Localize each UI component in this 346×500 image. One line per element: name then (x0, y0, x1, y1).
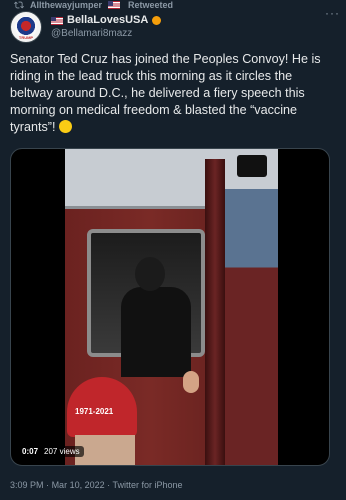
display-name-text: BellaLovesUSA (67, 14, 149, 26)
tweet-meta: 3:09 PM · Mar 10, 2022 · Twitter for iPh… (10, 480, 183, 490)
more-options-icon[interactable]: ··· (325, 6, 340, 20)
author-handle[interactable]: @Bellamari8mazz (51, 27, 161, 40)
truck-mirror (237, 155, 267, 177)
hand (183, 371, 199, 393)
meta-separator: · (107, 480, 111, 490)
author-names: BellaLovesUSA @Bellamari8mazz (51, 14, 162, 40)
meta-separator: · (46, 480, 50, 490)
avatar-text: TRUMP (18, 35, 34, 40)
us-flag-icon (108, 1, 121, 9)
person-figure (121, 287, 191, 377)
orange-circle-icon (152, 16, 162, 25)
video-views: 207 views (44, 447, 80, 456)
video-frame: 1971-2021 (65, 149, 278, 465)
video-info-overlay: 0:07 207 views (18, 446, 84, 457)
tweet-body: Senator Ted Cruz has joined the Peoples … (10, 52, 321, 134)
tweet-source[interactable]: Twitter for iPhone (112, 480, 182, 490)
cap-text: 1971-2021 (75, 407, 114, 416)
tweet-header: TRUMP BellaLovesUSA @Bellamari8mazz (10, 10, 336, 44)
truck-cab (225, 189, 278, 465)
us-flag-icon (51, 16, 63, 25)
person-head (135, 257, 165, 291)
retweet-indicator: Allthewayjumper Retweeted (14, 0, 173, 10)
display-name[interactable]: BellaLovesUSA (51, 14, 162, 27)
retweet-icon (14, 1, 24, 9)
tweet-text: Senator Ted Cruz has joined the Peoples … (10, 51, 338, 136)
video-duration: 0:07 (22, 447, 39, 456)
clapping-hands-emoji-icon (58, 120, 72, 133)
truck-door (205, 159, 225, 465)
avatar[interactable]: TRUMP (10, 11, 42, 43)
tweet-date[interactable]: Mar 10, 2022 (52, 480, 105, 490)
video-player[interactable]: 1971-2021 0:07 207 views (10, 148, 330, 466)
person-neck (75, 435, 135, 465)
tweet-time[interactable]: 3:09 PM (10, 480, 44, 490)
retweeted-label: Retweeted (128, 0, 174, 10)
retweeter-name[interactable]: Allthewayjumper (30, 0, 102, 10)
